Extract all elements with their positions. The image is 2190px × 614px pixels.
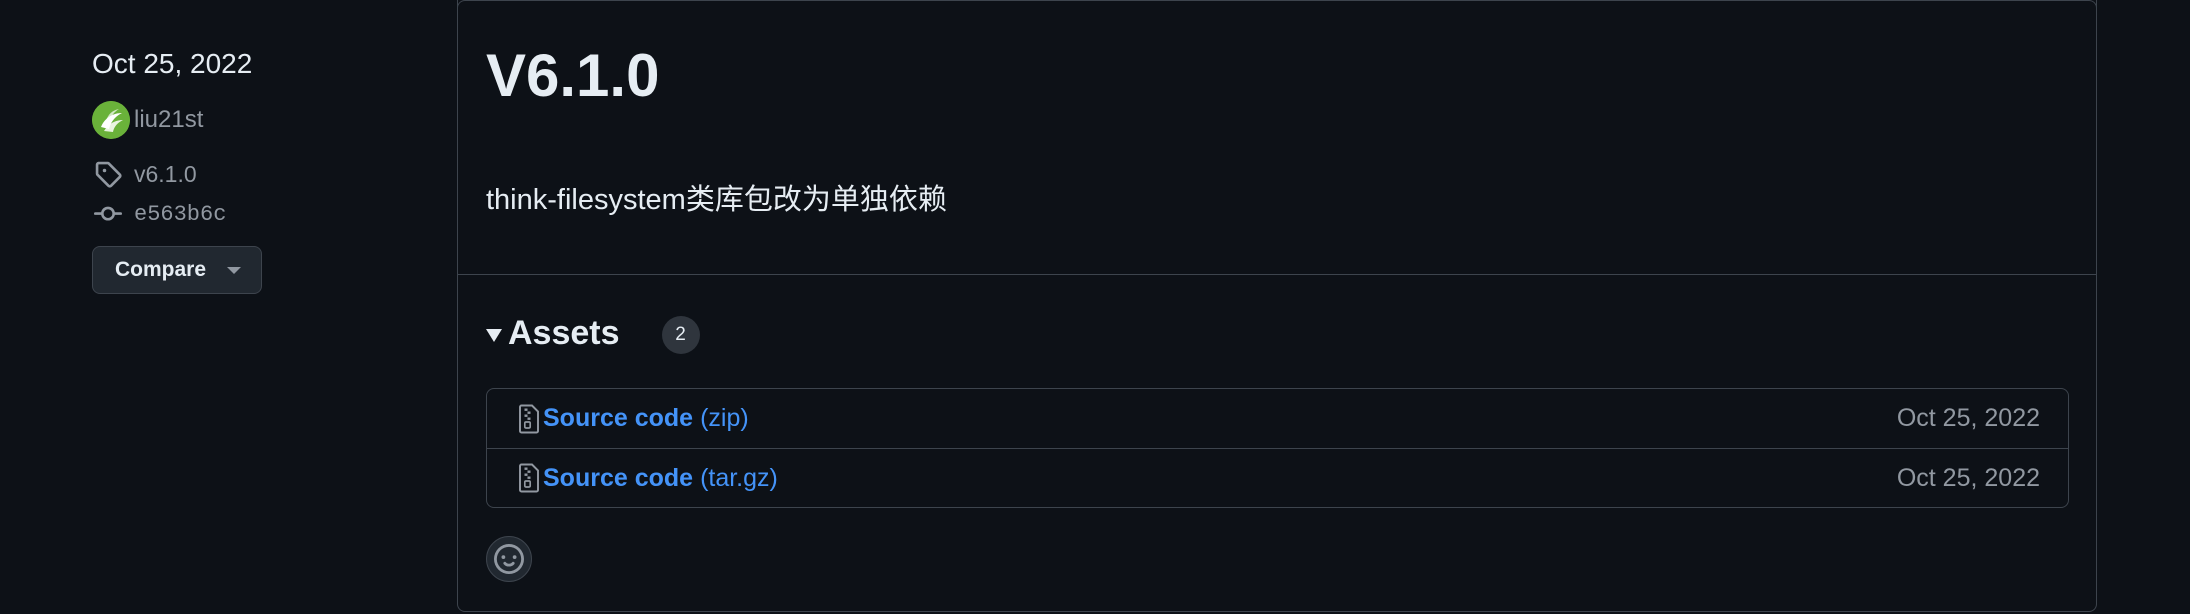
tag-label[interactable]: v6.1.0 [134, 161, 197, 188]
release-card: V6.1.0 think-filesystem类库包改为单独依赖 Assets … [457, 0, 2097, 612]
asset-name[interactable]: Source code [543, 464, 693, 493]
tag-link[interactable]: v6.1.0 [92, 154, 392, 194]
chevron-down-icon [227, 266, 241, 274]
assets-toggle[interactable]: Assets 2 [486, 312, 700, 354]
asset-name[interactable]: Source code [543, 404, 693, 433]
asset-ext[interactable]: (zip) [700, 404, 749, 433]
commit-icon [92, 198, 124, 230]
avatar[interactable] [92, 101, 130, 139]
release-sidebar: Oct 25, 2022 liu21st v6.1.0 e563b6c Comp… [92, 40, 392, 294]
list-item: Source code (zip) Oct 25, 2022 [487, 389, 2068, 448]
compare-label: Compare [115, 258, 207, 281]
file-zip-icon [519, 463, 539, 493]
asset-date: Oct 25, 2022 [1896, 463, 2040, 492]
avatar-logo-icon [92, 101, 130, 139]
tag-icon [92, 158, 124, 190]
asset-ext[interactable]: (tar.gz) [700, 464, 778, 493]
compare-button[interactable]: Compare [92, 246, 262, 294]
release-date: Oct 25, 2022 [92, 48, 253, 79]
commit-hash[interactable]: e563b6c [134, 202, 226, 227]
add-reaction-button[interactable] [486, 536, 532, 582]
disclosure-triangle-icon [486, 328, 502, 342]
release-title[interactable]: V6.1.0 [486, 40, 659, 112]
author-name[interactable]: liu21st [134, 106, 203, 134]
release-card-top-border [457, 0, 2097, 10]
asset-link[interactable]: Source code (tar.gz) [517, 463, 778, 493]
divider [458, 274, 2096, 275]
assets-count-badge: 2 [661, 316, 700, 354]
smiley-icon [494, 544, 524, 574]
author[interactable]: liu21st [92, 100, 392, 140]
commit-link[interactable]: e563b6c [92, 194, 392, 234]
list-item: Source code (tar.gz) Oct 25, 2022 [487, 448, 2068, 507]
asset-list: Source code (zip) Oct 25, 2022 Source co… [486, 388, 2069, 508]
file-zip-icon [519, 404, 539, 433]
asset-date: Oct 25, 2022 [1896, 404, 2040, 432]
asset-link[interactable]: Source code (zip) [517, 404, 749, 434]
assets-title: Assets [508, 313, 620, 352]
release-notes: think-filesystem类库包改为单独依赖 [486, 184, 947, 216]
